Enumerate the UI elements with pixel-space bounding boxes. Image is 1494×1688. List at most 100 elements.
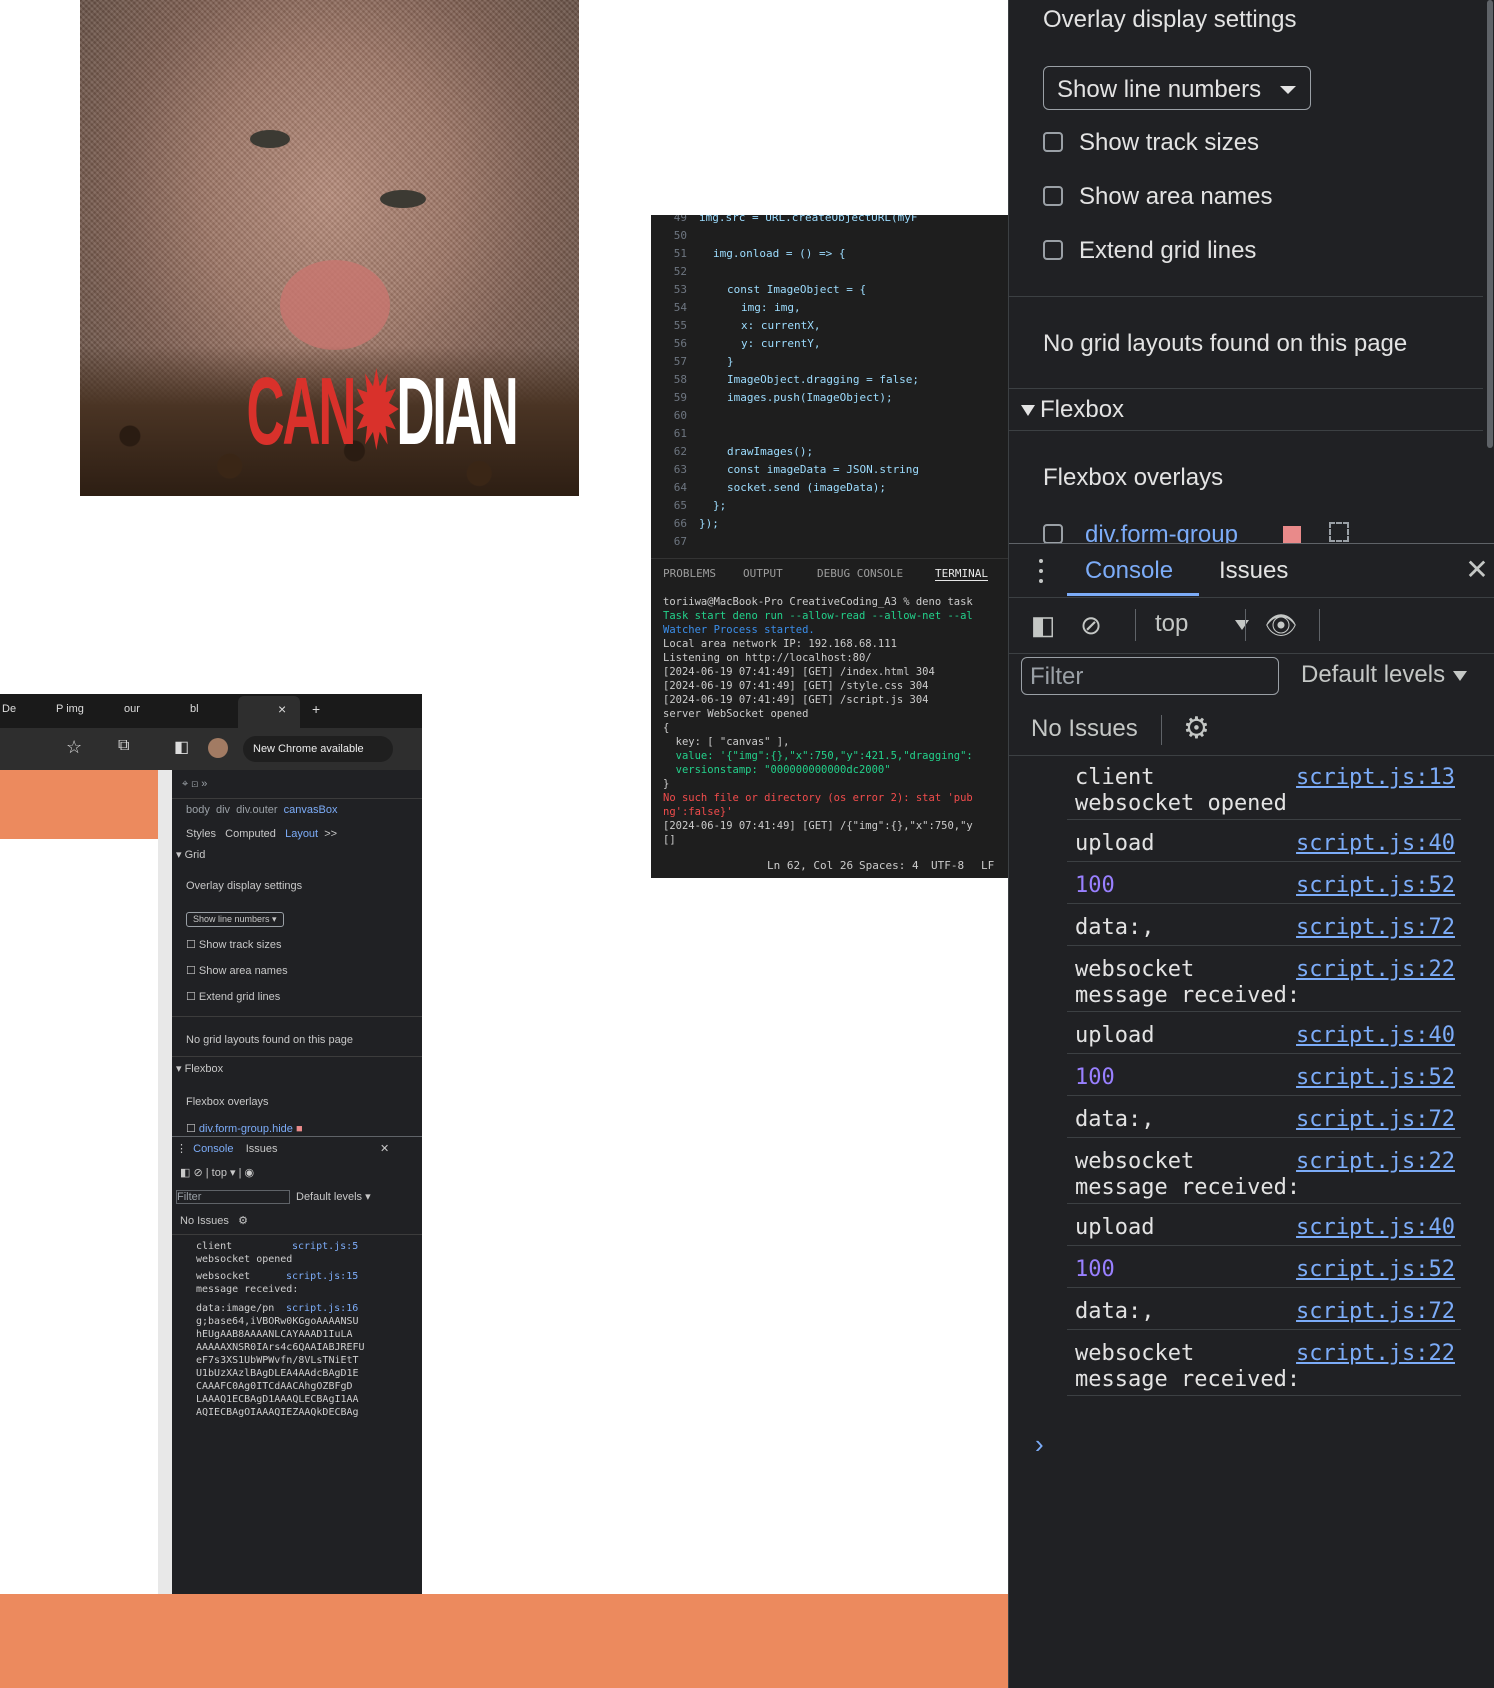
active-tab-indicator xyxy=(1067,593,1199,596)
source-link[interactable]: script.js:13 xyxy=(1296,765,1455,791)
console-message: upload script.js:40 xyxy=(1067,1205,1461,1246)
source-link[interactable]: script.js:72 xyxy=(1296,1299,1455,1325)
grid-overlay-select[interactable]: Show line numbers xyxy=(1043,66,1311,110)
eye-icon[interactable]: 👁 xyxy=(1263,611,1299,639)
no-issues-label[interactable]: No Issues xyxy=(1031,715,1138,743)
browser-tab-strip: De P img our bl × + xyxy=(0,694,422,728)
terminal-tabs: PROBLEMS OUTPUT DEBUG CONSOLE TERMINAL xyxy=(651,558,1009,587)
scrollbar-thumb[interactable] xyxy=(1487,0,1493,448)
source-link[interactable]: script.js:22 xyxy=(1296,1149,1455,1175)
console-message-text: websocket message received: xyxy=(1075,1341,1301,1392)
filter-input[interactable]: Filter xyxy=(1021,657,1279,695)
page-preview xyxy=(0,770,158,1594)
devtools-panel: Overlay display settings Show line numbe… xyxy=(1008,0,1494,1688)
active-tab xyxy=(238,696,300,728)
code-line: 62 drawImages(); xyxy=(673,445,814,458)
mini-no-issues: No Issues ⚙ xyxy=(180,1215,248,1227)
orange-footer xyxy=(0,1594,1008,1688)
context-selector[interactable]: top xyxy=(1155,610,1249,638)
source-link[interactable]: script.js:40 xyxy=(1296,1023,1455,1049)
flex-overlay-row: div.form-group xyxy=(1043,520,1463,543)
code-line: 59 images.push(ImageObject); xyxy=(673,391,893,404)
code-line: 55 x: currentX, xyxy=(673,319,821,332)
more-options-icon[interactable] xyxy=(1039,559,1043,583)
console-message-text: websocket message received: xyxy=(1075,957,1301,1008)
sidebar-toggle-icon[interactable]: ◧ xyxy=(1029,611,1057,639)
star-icon: ☆ xyxy=(66,737,83,757)
select-value: Show line numbers xyxy=(1057,76,1262,103)
mini-log-3-src: script.js:16 xyxy=(286,1303,359,1314)
chevron-down-icon xyxy=(1235,620,1249,630)
code-line: 65}; xyxy=(673,499,727,512)
terminal-line: server WebSocket opened xyxy=(663,708,809,720)
source-link[interactable]: script.js:72 xyxy=(1296,1107,1455,1133)
checkbox-box[interactable] xyxy=(1043,186,1063,206)
canadian-text: CAN✹DIAN xyxy=(246,358,519,465)
flex-overlay-checkbox[interactable] xyxy=(1043,524,1063,543)
terminal-line: Local area network IP: 192.168.68.111 xyxy=(663,638,897,650)
flexbox-section-toggle[interactable]: Flexbox xyxy=(1009,390,1483,430)
orange-header xyxy=(0,770,158,839)
code-editor-image[interactable]: 49 img.src = URL.createObjectURL(myF 50 51 i… xyxy=(651,215,1009,878)
code-line: 52 xyxy=(673,265,687,278)
source-link[interactable]: script.js:52 xyxy=(1296,1257,1455,1283)
clear-console-icon[interactable]: ⊘ xyxy=(1077,611,1105,639)
cat-image[interactable]: CAN✹DIAN xyxy=(80,0,579,496)
new-chrome-available-button: New Chrome available xyxy=(243,736,393,762)
select-element-icon[interactable] xyxy=(1329,522,1349,542)
terminal-line: No such file or directory (os error 2): … xyxy=(663,792,973,804)
console-message-text: client websocket opened xyxy=(1075,765,1287,816)
divider xyxy=(1161,715,1162,745)
terminal-line: [2024-06-19 07:41:49] [GET] /{"img":{},"… xyxy=(663,820,973,832)
code-line: 58 ImageObject.dragging = false; xyxy=(673,373,920,386)
terminal-line: value: '{"img":{},"x":750,"y":421.5,"dra… xyxy=(663,750,973,762)
source-link[interactable]: script.js:22 xyxy=(1296,957,1455,983)
mini-log-1-src: script.js:5 xyxy=(292,1241,359,1252)
tab-console[interactable]: Console xyxy=(1085,557,1173,585)
mini-devtools: ⌖ ⊡ » body div div.outer canvasBox Style… xyxy=(172,770,422,1594)
checkbox-box[interactable] xyxy=(1043,132,1063,152)
console-message: upload script.js:40 xyxy=(1067,1013,1461,1054)
mini-flexbox-overlays: Flexbox overlays xyxy=(186,1096,269,1108)
terminal-line: [2024-06-19 07:41:49] [GET] /index.html … xyxy=(663,666,935,678)
divider xyxy=(1009,296,1483,297)
source-link[interactable]: script.js:52 xyxy=(1296,1065,1455,1091)
close-icon[interactable]: ✕ xyxy=(1465,556,1489,584)
gear-icon[interactable]: ⚙ xyxy=(1183,711,1210,746)
source-link[interactable]: script.js:40 xyxy=(1296,831,1455,857)
source-link[interactable]: script.js:22 xyxy=(1296,1341,1455,1367)
mini-check-2: ☐ Show area names xyxy=(186,965,288,977)
overlay-color-swatch[interactable] xyxy=(1283,526,1301,543)
divider xyxy=(1009,388,1483,389)
avatar xyxy=(208,738,228,758)
browser-toolbar: ☆ ⧉ ◧ New Chrome available xyxy=(0,728,422,770)
console-message: websocket message received: script.js:22 xyxy=(1067,1331,1461,1396)
console-message-text: upload xyxy=(1075,1023,1155,1048)
console-message: 100 script.js:52 xyxy=(1067,1055,1461,1096)
flex-element-link[interactable]: div.form-group xyxy=(1085,521,1238,543)
browser-screenshot-image[interactable]: De P img our bl × + ☆ ⧉ ◧ New Chrome ava… xyxy=(0,694,422,1594)
code-line: 64 socket.send (imageData); xyxy=(673,481,886,494)
source-link[interactable]: script.js:52 xyxy=(1296,873,1455,899)
console-message-text: upload xyxy=(1075,831,1155,856)
terminal-line: toriiwa@MacBook-Pro CreativeCoding_A3 % … xyxy=(663,596,973,608)
console-message: data:, script.js:72 xyxy=(1067,1097,1461,1138)
layout-scrollbar[interactable] xyxy=(1483,0,1494,546)
cat-eye-left xyxy=(250,130,290,148)
console-drawer: Console Issues ✕ ◧ ⊘ top 👁 Filter Defaul… xyxy=(1009,543,1494,1688)
console-message: websocket message received: script.js:22 xyxy=(1067,1139,1461,1204)
log-levels-dropdown[interactable]: Default levels xyxy=(1301,661,1468,689)
cat-eye-right xyxy=(380,190,426,208)
checkbox-box[interactable] xyxy=(1043,240,1063,260)
code-line: 67 xyxy=(673,535,687,548)
code-line: 63 const imageData = JSON.string xyxy=(673,463,920,476)
source-link[interactable]: script.js:72 xyxy=(1296,915,1455,941)
code-line: 49 img.src = URL.createObjectURL(myF xyxy=(673,215,918,224)
console-prompt-icon[interactable]: › xyxy=(1035,1429,1044,1460)
mini-log-2: websocket message received: xyxy=(196,1271,299,1295)
source-link[interactable]: script.js:40 xyxy=(1296,1215,1455,1241)
tab-issues[interactable]: Issues xyxy=(1219,557,1288,585)
console-toolbar: ◧ ⊘ top 👁 xyxy=(1009,597,1494,654)
editor-status-bar: Ln 62, Col 26 Spaces: 4 UTF-8 LF xyxy=(767,859,995,872)
console-message: upload script.js:40 xyxy=(1067,821,1461,862)
